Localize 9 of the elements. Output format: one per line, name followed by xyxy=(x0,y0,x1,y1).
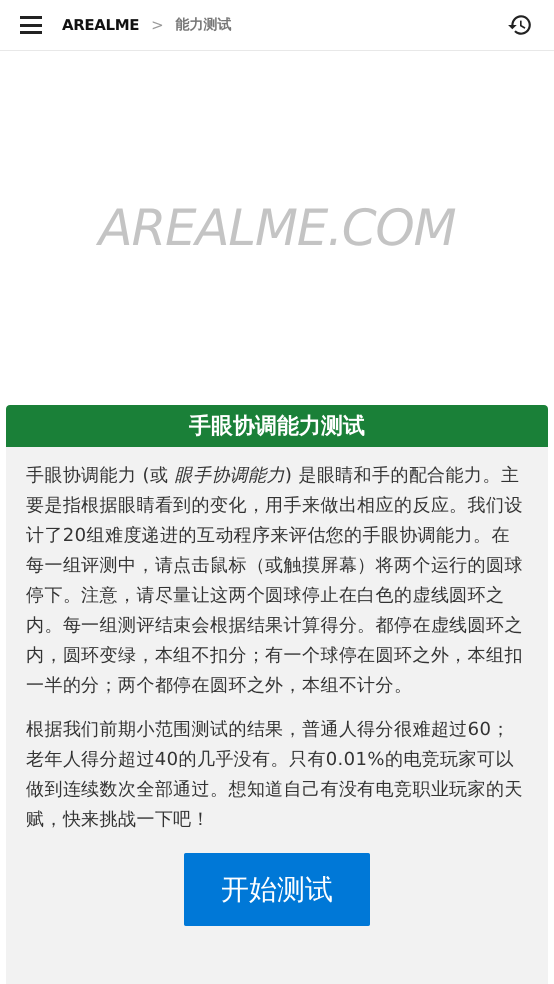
description-paragraph: 手眼协调能力 (或 眼手协调能力) 是眼睛和手的配合能力。主要是指根据眼睛看到的变化，用手来做出相应的反应。我们设计了20组难度递进的互动程序来评估您的手眼协调能力。在每一组评测中，请点击鼠标（或触摸屏幕）将两个运行的圆球停下。注意，请尽量让这两个圆球停止在白色的虚线圆环之内。每一组测评结束会根据结果计算得分。都停在虚线圆环之内，圆环变绿，本组不扣分；有一个球停在圆环之外，本组扣一半的分；两个都停在圆环之外，本组不计分。 xyxy=(26,464,524,698)
menu-button[interactable] xyxy=(20,16,42,34)
card-title: 手眼协调能力测试 xyxy=(6,405,548,447)
description-paragraph: 根据我们前期小范围测试的结果，普通人得分很难超过60；老年人得分超过40的几乎没有。只有0.01%的电竞玩家可以做到连续数次全部通过。想知道自己有没有电竞职业玩家的天赋，快来挑战一下吧！ xyxy=(26,718,524,832)
brand-link[interactable]: AREALME xyxy=(62,14,140,36)
breadcrumb-separator: > xyxy=(151,14,164,36)
start-test-button[interactable]: 开始测试 xyxy=(184,853,370,926)
ad-placeholder-text: AREALME.COM xyxy=(98,190,456,266)
breadcrumb-current: 能力测试 xyxy=(176,16,232,34)
